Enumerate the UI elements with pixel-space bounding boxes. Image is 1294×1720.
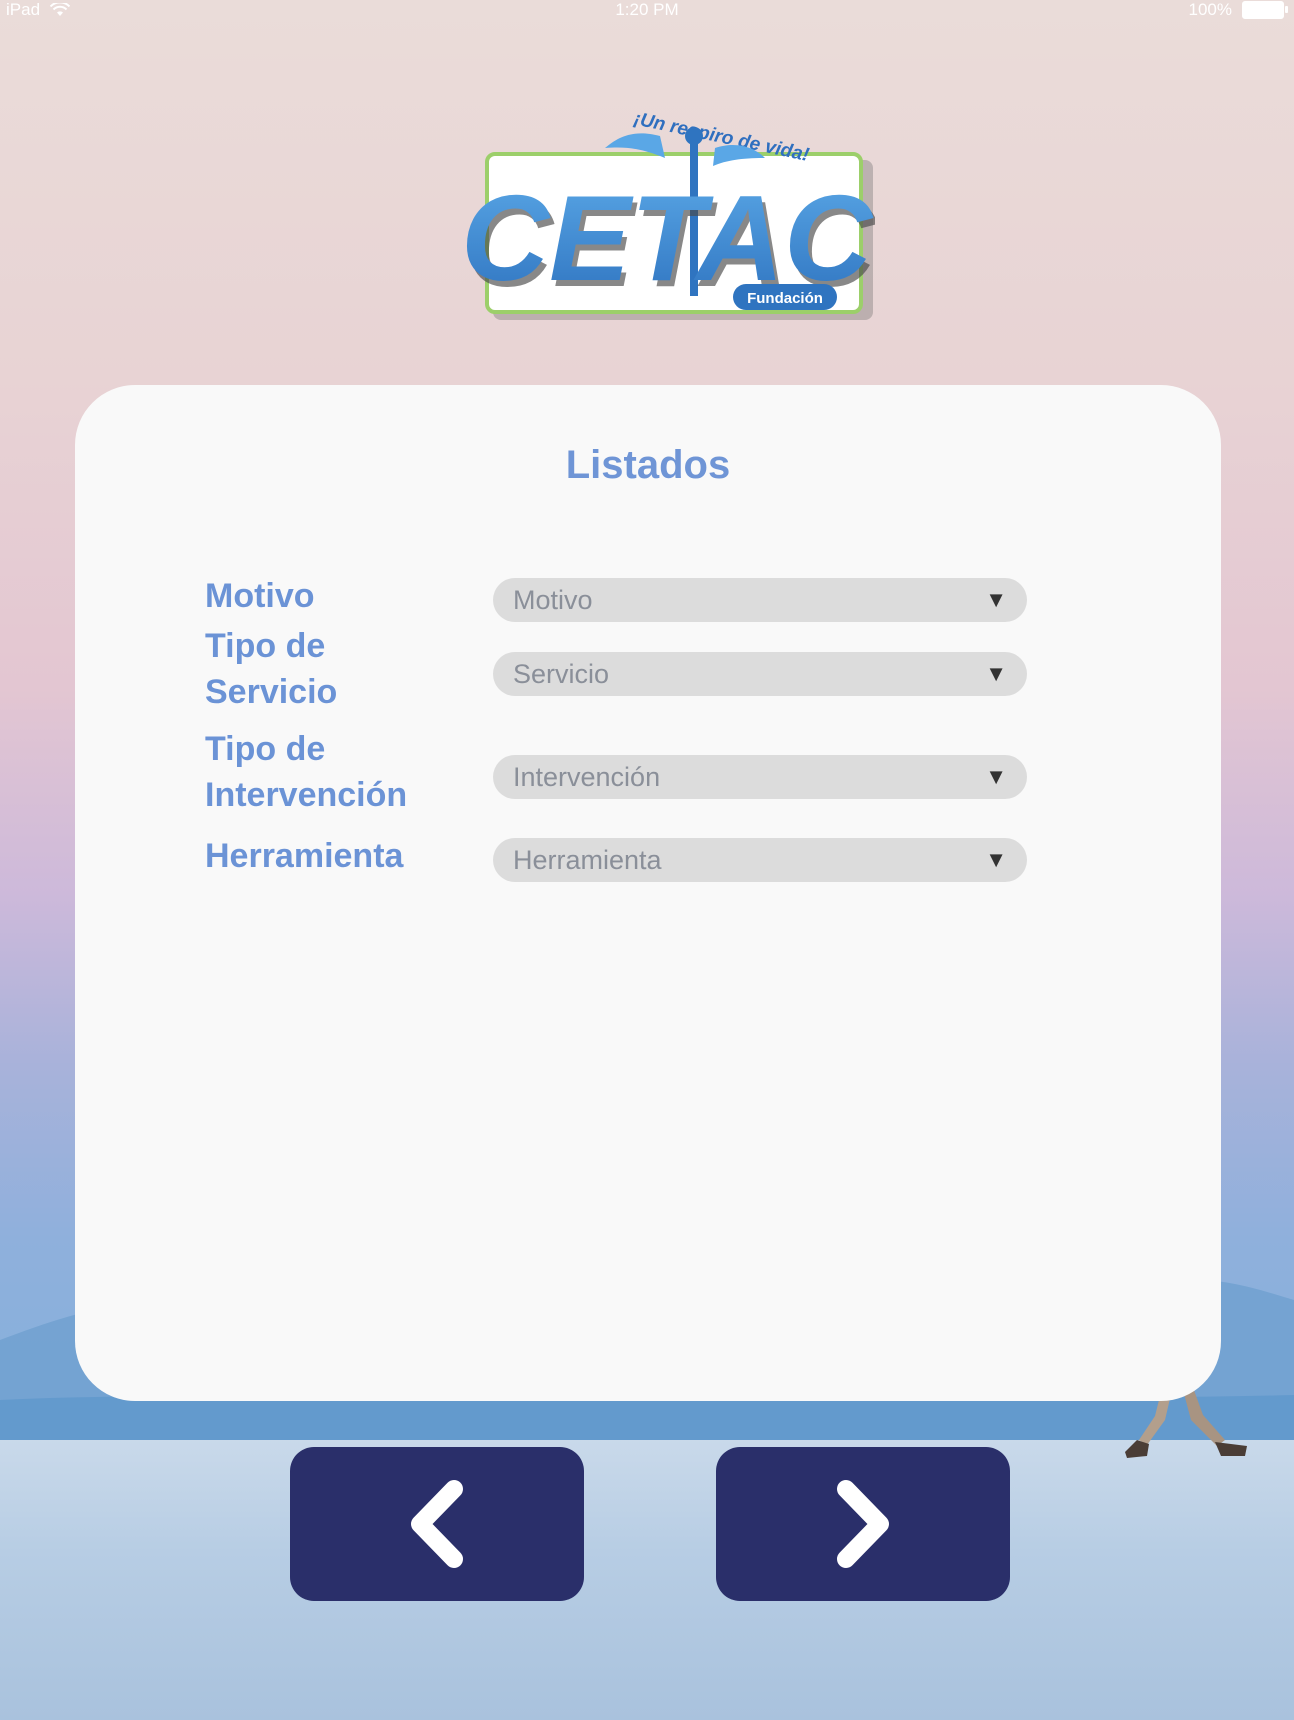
chevron-right-icon [837, 1480, 889, 1568]
intervencion-select[interactable]: Intervención ▼ [493, 755, 1027, 799]
status-bar: iPad 1:20 PM 100% [0, 0, 1294, 22]
motivo-label-line-1: Motivo [205, 577, 315, 615]
tipo-servicio-label-line-2: Servicio [205, 673, 338, 711]
listados-card: Listados Motivo Motivo ▼ Tipo de Servici… [75, 385, 1221, 1401]
dropdown-arrow-icon: ▼ [985, 661, 1007, 686]
tipo-intervencion-label-line-1: Tipo de [205, 730, 326, 768]
status-time: 1:20 PM [615, 0, 679, 19]
svg-text:Fundación: Fundación [747, 290, 823, 307]
back-button[interactable] [290, 1447, 584, 1601]
tipo-intervencion-label: Tipo de Intervención [205, 726, 407, 818]
tipo-servicio-label: Tipo de Servicio [205, 623, 337, 715]
motivo-select-value: Motivo [513, 584, 593, 615]
dropdown-arrow-icon: ▼ [985, 587, 1007, 612]
motivo-label: Motivo [205, 573, 315, 619]
dropdown-arrow-icon: ▼ [985, 764, 1007, 789]
motivo-select[interactable]: Motivo ▼ [493, 578, 1027, 622]
next-button[interactable] [716, 1447, 1010, 1601]
herramienta-select-value: Herramienta [513, 844, 662, 875]
servicio-select[interactable]: Servicio ▼ [493, 652, 1027, 696]
tipo-intervencion-label-line-2: Intervención [205, 776, 408, 814]
intervencion-select-value: Intervención [513, 761, 661, 792]
battery-icon [1242, 1, 1288, 19]
servicio-select-value: Servicio [513, 658, 610, 689]
dropdown-arrow-icon: ▼ [985, 847, 1007, 872]
herramienta-label: Herramienta [205, 833, 403, 879]
tipo-servicio-label-line-1: Tipo de [205, 627, 326, 665]
herramienta-label-line-1: Herramienta [205, 837, 404, 875]
herramienta-select[interactable]: Herramienta ▼ [493, 838, 1027, 882]
chevron-left-icon [411, 1480, 463, 1568]
background-ground [0, 1440, 1294, 1720]
cetac-logo: ¡Un respiro de vida! CETAC CETAC Fundaci… [465, 108, 875, 320]
card-title: Listados [565, 443, 731, 487]
battery-percent: 100% [1188, 0, 1232, 19]
